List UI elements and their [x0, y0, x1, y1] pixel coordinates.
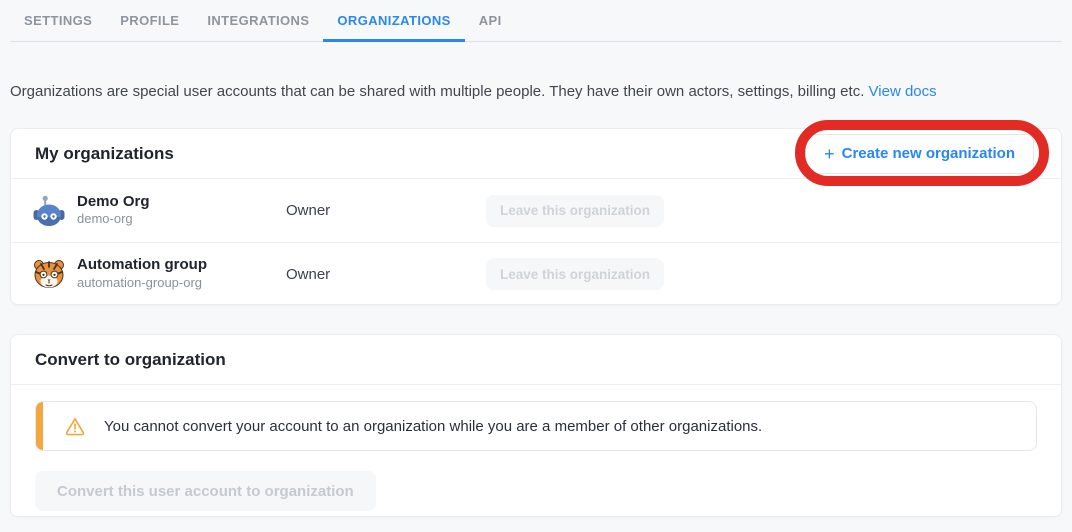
tab-organizations[interactable]: ORGANIZATIONS — [323, 0, 464, 41]
my-organizations-title: My organizations — [35, 144, 174, 164]
organization-slug: demo-org — [77, 211, 150, 228]
warning-callout: You cannot convert your account to an or… — [35, 401, 1037, 451]
leave-organization-button[interactable]: Leave this organization — [486, 195, 664, 227]
warning-triangle-icon — [64, 415, 86, 437]
organization-identity: Demo Org demo-org — [31, 193, 286, 229]
my-organizations-header: My organizations + Create new organizati… — [11, 129, 1061, 179]
organization-name: Automation group — [77, 256, 207, 275]
warning-accent-bar — [36, 402, 43, 450]
tab-api[interactable]: API — [465, 0, 516, 41]
organization-role: Owner — [286, 202, 486, 219]
tiger-avatar-icon — [31, 256, 67, 292]
create-new-organization-label: Create new organization — [842, 145, 1015, 162]
tab-profile[interactable]: PROFILE — [106, 0, 193, 41]
organization-name: Demo Org — [77, 193, 150, 212]
organization-row: Automation group automation-group-org Ow… — [11, 242, 1061, 305]
my-organizations-card: My organizations + Create new organizati… — [10, 128, 1062, 305]
organization-role: Owner — [286, 266, 486, 283]
organization-slug: automation-group-org — [77, 275, 207, 292]
organization-name-block: Automation group automation-group-org — [77, 256, 207, 292]
account-tab-bar: SETTINGS PROFILE INTEGRATIONS ORGANIZATI… — [10, 0, 1062, 42]
create-new-organization-button[interactable]: + Create new organization — [805, 134, 1034, 174]
leave-organization-button[interactable]: Leave this organization — [486, 258, 664, 290]
organization-identity: Automation group automation-group-org — [31, 256, 286, 292]
intro-text: Organizations are special user accounts … — [10, 83, 864, 100]
warning-text: You cannot convert your account to an or… — [104, 418, 762, 435]
intro-line: Organizations are special user accounts … — [10, 83, 937, 100]
tab-integrations[interactable]: INTEGRATIONS — [193, 0, 323, 41]
plus-icon: + — [824, 145, 835, 163]
account-organizations-page: SETTINGS PROFILE INTEGRATIONS ORGANIZATI… — [0, 0, 1072, 532]
organization-row: Demo Org demo-org Owner Leave this organ… — [11, 179, 1061, 242]
convert-to-organization-card: Convert to organization You cannot conve… — [10, 334, 1062, 517]
view-docs-link[interactable]: View docs — [869, 83, 937, 100]
organization-name-block: Demo Org demo-org — [77, 193, 150, 229]
convert-section-header: Convert to organization — [11, 335, 1061, 385]
robot-avatar-icon — [31, 193, 67, 229]
convert-account-button[interactable]: Convert this user account to organizatio… — [35, 471, 376, 511]
tab-settings[interactable]: SETTINGS — [10, 0, 106, 41]
convert-section-title: Convert to organization — [35, 350, 226, 370]
